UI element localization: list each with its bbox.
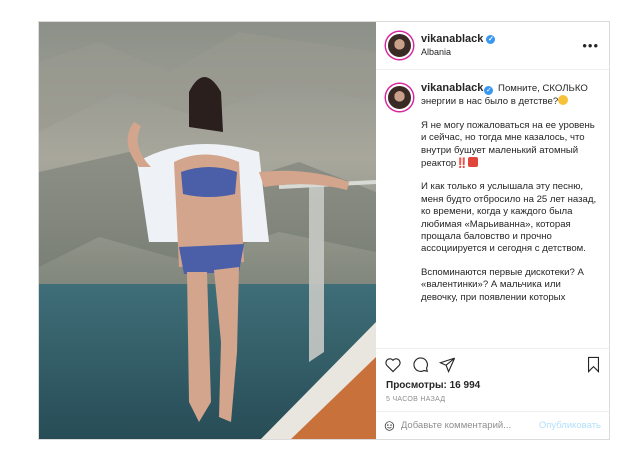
caption-avatar[interactable] [386, 84, 413, 111]
post-header: vikanablack ✓ Albania ••• [376, 22, 609, 70]
more-options-icon[interactable]: ••• [582, 38, 599, 53]
like-heart-icon[interactable] [384, 357, 402, 373]
caption-username[interactable]: vikanablack [421, 82, 483, 94]
caption-line-3: И как только я услышала эту песню, меня … [421, 181, 597, 255]
verified-badge-icon: ✓ [484, 86, 494, 95]
save-bookmark-icon[interactable] [586, 356, 601, 373]
atom-reactor-emoji-icon [468, 157, 479, 168]
author-username[interactable]: vikanablack [421, 33, 483, 46]
emoji-smiley-icon[interactable] [384, 418, 395, 434]
views-count[interactable]: Просмотры: 16 994 [376, 380, 609, 391]
video-frame-image [39, 22, 376, 439]
post-location[interactable]: Albania [421, 46, 495, 59]
comment-bar: Опубликовать [376, 411, 609, 439]
caption-text: vikanablack ✓ Помните, СКОЛЬКО энергии в … [421, 82, 599, 348]
post-video[interactable] [39, 22, 376, 439]
post-actions [376, 348, 609, 380]
post-timestamp[interactable]: 5 ЧАСОВ НАЗАД [376, 391, 609, 411]
post-sidebar: vikanablack ✓ Albania ••• vikanablack ✓ П… [376, 22, 609, 439]
share-paper-plane-icon[interactable] [439, 356, 456, 373]
publish-button[interactable]: Опубликовать [539, 420, 601, 431]
author-avatar[interactable] [386, 32, 413, 59]
caption-area: vikanablack ✓ Помните, СКОЛЬКО энергии в … [376, 70, 609, 348]
comment-input[interactable] [400, 420, 533, 431]
verified-badge-icon: ✓ [486, 34, 496, 44]
caption-line-4: Вспоминаются первые дискотеки? А «валент… [421, 266, 584, 303]
post-modal: vikanablack ✓ Albania ••• vikanablack ✓ П… [38, 21, 610, 440]
caption-line-2: Я не могу пожаловаться на ее уровень и с… [421, 119, 595, 170]
comment-bubble-icon[interactable] [412, 356, 429, 373]
grinning-face-emoji-icon [558, 95, 569, 106]
